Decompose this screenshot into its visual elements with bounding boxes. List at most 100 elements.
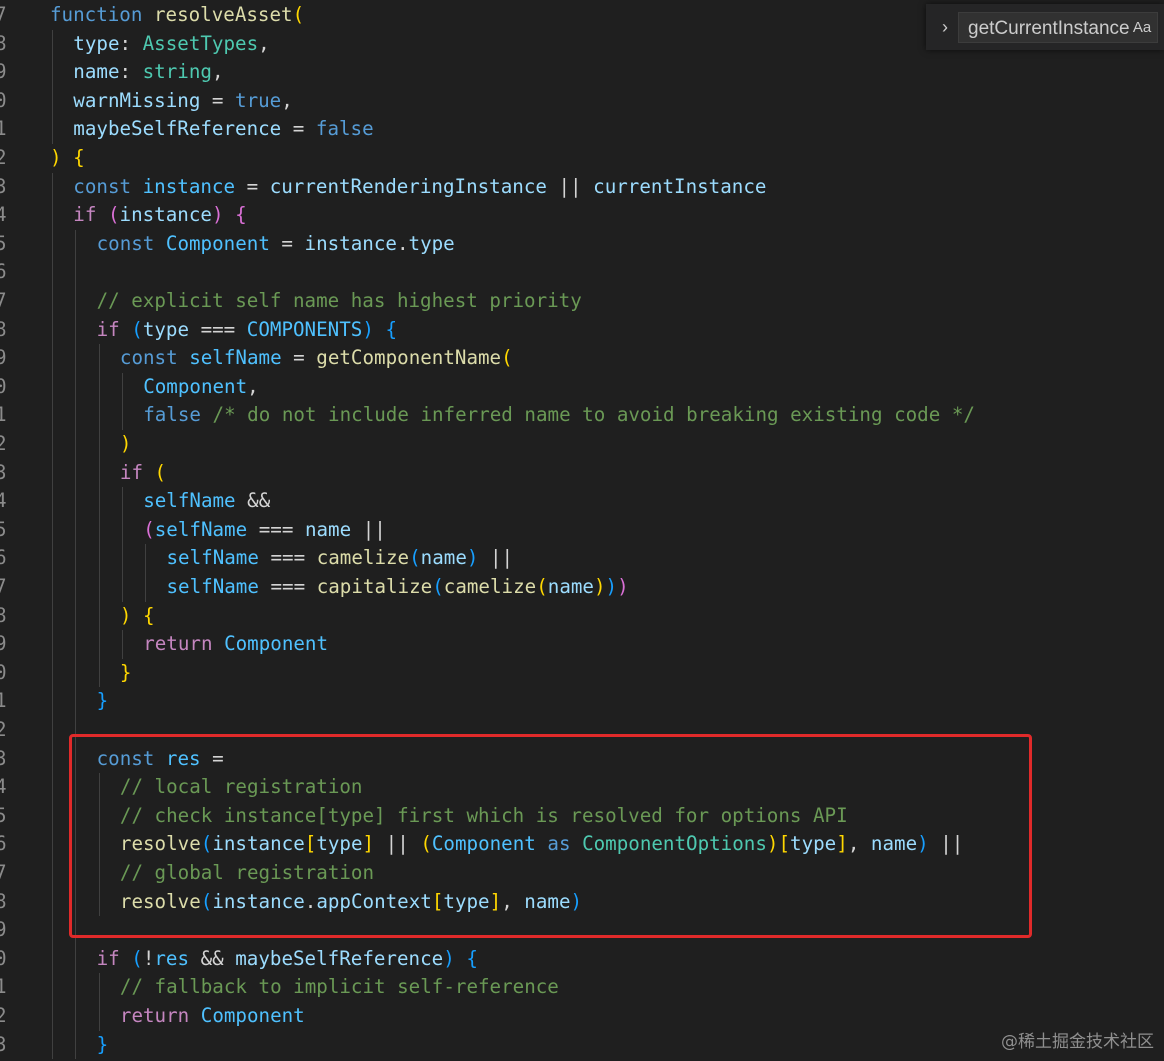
indent-guide: [75, 973, 77, 1002]
indent-guide: [52, 258, 53, 287]
indent-guide: [52, 201, 53, 230]
code-line[interactable]: 8 if (type === COMPONENTS) {: [0, 315, 1164, 345]
find-widget: › getCurrentInstance Aa: [926, 4, 1164, 50]
code-text: ) {: [120, 602, 155, 631]
code-line[interactable]: 9 return Component: [0, 630, 1164, 659]
code-text: // global registration: [120, 859, 374, 888]
code-line[interactable]: 2) {: [0, 144, 1164, 173]
code-line[interactable]: 8 resolve(instance.appContext[type], name…: [0, 887, 1164, 917]
indent-guide: [52, 601, 53, 631]
code-token: if: [73, 203, 108, 227]
indent-guide: [52, 344, 53, 373]
code-text: const selfName = getComponentName(: [120, 344, 513, 373]
code-token: capitalize: [316, 575, 433, 598]
line-number: 2: [0, 432, 7, 455]
code-line[interactable]: 0}: [0, 658, 1164, 688]
indent-guide: [52, 515, 53, 545]
indent-guide: [75, 287, 77, 316]
code-token: res: [165, 746, 201, 770]
chevron-right-icon[interactable]: ›: [932, 14, 958, 40]
code-token: ): [211, 203, 224, 227]
indent-guide: [52, 115, 53, 144]
code-line[interactable]: 7 // explicit self name has highest prior…: [0, 287, 1164, 316]
indent-guide: [52, 287, 53, 316]
code-text: name: string,: [73, 58, 223, 87]
code-line[interactable]: 9 const selfName = getComponentName(: [0, 344, 1164, 373]
indent-guide: [52, 487, 53, 516]
code-token: =: [200, 88, 236, 112]
indent-guide: [98, 573, 100, 602]
code-line[interactable]: 7 // global registration: [0, 859, 1164, 888]
code-token: return: [119, 1004, 201, 1027]
code-token: :: [119, 31, 143, 55]
line-number: 0: [0, 374, 7, 398]
code-token: // check instance[type] first which is r…: [119, 803, 848, 827]
code-token: ||: [478, 546, 514, 570]
code-token: getComponentName: [316, 346, 502, 370]
code-line[interactable]: 3 if (: [0, 458, 1164, 488]
code-token: selfName: [143, 489, 236, 513]
code-text: type: AssetTypes,: [73, 30, 269, 59]
code-line[interactable]: 4 selfName &&: [0, 487, 1164, 516]
indent-guide: [52, 458, 53, 488]
code-editor[interactable]: 7 function resolveAsset(8 type: AssetTypes…: [0, 0, 1164, 1061]
code-line[interactable]: 4 if (instance) {: [0, 201, 1164, 230]
code-token: type: [316, 832, 363, 856]
code-line[interactable]: 8) {: [0, 601, 1164, 631]
code-line[interactable]: 6: [0, 258, 1164, 287]
code-token: ,: [501, 889, 525, 913]
code-line[interactable]: 1 // fallback to implicit self-reference: [0, 973, 1164, 1002]
code-token: }: [96, 1032, 109, 1056]
code-token: ,: [847, 832, 871, 856]
code-line[interactable]: 6 selfName === camelize(name) ||: [0, 544, 1164, 573]
code-line[interactable]: 9 name: string,: [0, 58, 1164, 87]
line-number: 2: [0, 718, 7, 741]
code-line[interactable]: 5 (selfName === name ||: [0, 515, 1164, 545]
code-line[interactable]: 2 return Component: [0, 1002, 1164, 1031]
line-number: 3: [0, 1032, 7, 1056]
code-line[interactable]: 1}: [0, 687, 1164, 716]
code-token: camelize: [316, 546, 410, 570]
code-line[interactable]: 2: [0, 716, 1164, 745]
code-line[interactable]: 5 // check instance[type] first which is …: [0, 801, 1164, 831]
code-token: &&: [235, 489, 271, 513]
indent-guide: [121, 401, 123, 430]
code-line[interactable]: 6 resolve(instance[type] || (Component as…: [0, 830, 1164, 859]
indent-guide: [98, 401, 100, 430]
code-line[interactable]: 0 if (!res && maybeSelfReference) {: [0, 944, 1164, 974]
code-line[interactable]: 5 const Component = instance.type: [0, 229, 1164, 259]
code-line[interactable]: 3}: [0, 1030, 1164, 1060]
find-input[interactable]: getCurrentInstance Aa: [958, 12, 1158, 43]
code-line[interactable]: 0 warnMissing = true,: [0, 86, 1164, 116]
code-token: name: [304, 517, 352, 541]
code-line[interactable]: 7 selfName === capitalize(camelize(name))…: [0, 573, 1164, 602]
line-number: 7: [0, 575, 7, 598]
indent-guide: [52, 859, 53, 888]
code-text: resolve(instance.appContext[type], name): [120, 888, 582, 917]
code-line[interactable]: 4 // local registration: [0, 773, 1164, 802]
code-line[interactable]: 0 Component,: [0, 372, 1164, 402]
indent-guide: [52, 773, 53, 802]
code-token: selfName: [154, 517, 248, 541]
code-token: Component: [200, 1004, 305, 1027]
code-line[interactable]: 3 const res =: [0, 744, 1164, 774]
code-token: /* do not include inferred name to avoid…: [212, 403, 975, 427]
code-token: !: [142, 946, 155, 970]
indent-guide: [75, 601, 77, 631]
code-line[interactable]: 9: [0, 916, 1164, 945]
indent-guide: [52, 29, 53, 59]
code-token: type: [443, 889, 490, 913]
code-token: ]: [836, 832, 848, 856]
line-number: 0: [0, 946, 7, 970]
code-line[interactable]: 1 maybeSelfReference = false: [0, 115, 1164, 144]
code-token: ): [917, 832, 929, 856]
indent-guide: [75, 573, 77, 602]
indent-guide: [121, 487, 123, 516]
code-token: // fallback to implicit self-reference: [119, 975, 559, 999]
code-line[interactable]: 2): [0, 430, 1164, 459]
indent-guide: [98, 973, 100, 1002]
match-case-button[interactable]: Aa: [1131, 18, 1153, 38]
code-line[interactable]: 3 const instance = currentRenderingInstan…: [0, 172, 1164, 202]
code-line[interactable]: 1 false /* do not include inferred name t…: [0, 401, 1164, 430]
